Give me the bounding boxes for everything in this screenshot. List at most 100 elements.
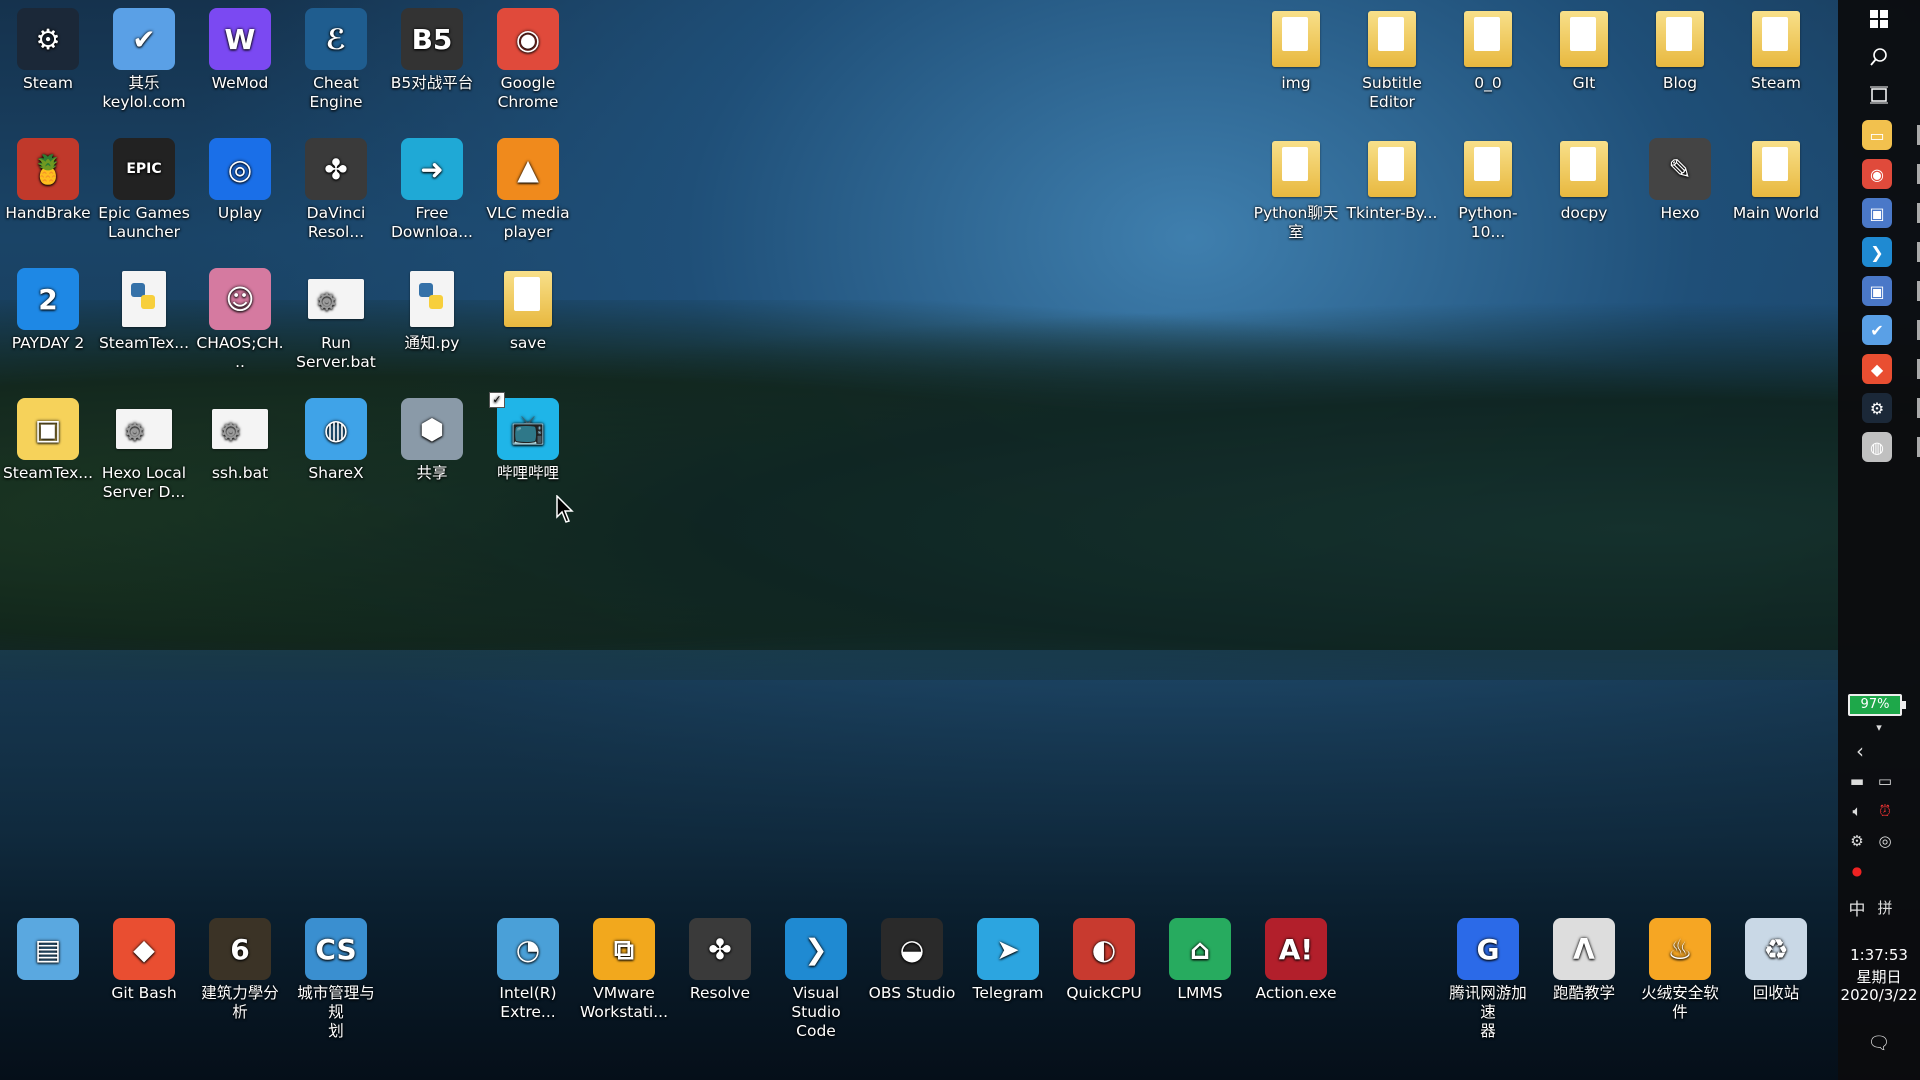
desktop-icon-notepad-icon[interactable]: ✎ Hexo: [1634, 138, 1726, 223]
desktop-icon-keylol-icon[interactable]: ✔ 其乐 keylol.com: [98, 8, 190, 112]
desktop-icon-batch-file-icon[interactable]: ⚙ Run Server.bat: [290, 268, 382, 372]
desktop-icon-folder-icon[interactable]: Main World: [1730, 138, 1822, 223]
record-dot-icon[interactable]: ●: [1846, 860, 1868, 882]
ime-mode-indicator[interactable]: 拼: [1874, 896, 1896, 918]
desktop-icon-sharex-icon[interactable]: ◍ ShareX: [290, 398, 382, 483]
search-button[interactable]: [1838, 40, 1920, 74]
network-card-icon[interactable]: ▬: [1846, 770, 1868, 792]
desktop-icon-folder-icon[interactable]: GIt: [1538, 8, 1630, 93]
desktop-icon-bilibili-icon[interactable]: 📺 ✓ 哔哩哔哩: [482, 392, 574, 483]
taskbar-app-steam-icon[interactable]: ⚙: [1862, 393, 1892, 423]
recycle-bin-icon: ♻: [1745, 918, 1807, 980]
action-icon: A!: [1265, 918, 1327, 980]
taskbar-app-keylol-icon[interactable]: ✔: [1862, 315, 1892, 345]
resolve-icon: ✤: [689, 918, 751, 980]
desktop-icon-label: Blog: [1662, 74, 1698, 92]
desktop-icon-folder-icon[interactable]: Blog: [1634, 8, 1726, 93]
desktop-icon-batch-file-icon[interactable]: ⚙ Hexo Local Server D...: [98, 398, 190, 502]
taskbar-app-chrome-icon[interactable]: ◉: [1862, 159, 1892, 189]
desktop-icon-recycle-bin-icon[interactable]: ♻ 回收站: [1730, 918, 1822, 1003]
desktop-icon-steamtex-app-icon[interactable]: ▣ SteamTex...: [2, 398, 94, 483]
desktop-icon-label: DaVinci Resol...: [306, 204, 366, 241]
desktop-icon-git-bash-icon[interactable]: ◆ Git Bash: [98, 918, 190, 1003]
desktop-icon-quickcpu-icon[interactable]: ◐ QuickCPU: [1058, 918, 1150, 1003]
desktop-icon-uplay-icon[interactable]: ◎ Uplay: [194, 138, 286, 223]
desktop-icon-wemod-icon[interactable]: W WeMod: [194, 8, 286, 93]
desktop-icon-structural-analysis-icon[interactable]: 6 建筑力學分析: [194, 918, 286, 1022]
desktop-icon-label: 建筑力學分析: [201, 984, 279, 1021]
desktop-icon-cheat-engine-icon[interactable]: ℰ Cheat Engine: [290, 8, 382, 112]
desktop-icon-chrome-icon[interactable]: ◉ Google Chrome: [482, 8, 574, 112]
start-button[interactable]: [1838, 2, 1920, 36]
taskbar-app-file-explorer-icon[interactable]: ▭: [1862, 120, 1892, 150]
tray-overflow-chevron-icon[interactable]: ‹: [1849, 739, 1871, 763]
selection-checkbox-icon[interactable]: ✓: [489, 392, 505, 408]
action-center-icon[interactable]: 🗨︎: [1868, 1032, 1891, 1054]
taskbar-app-remote-desktop-icon[interactable]: ▣: [1862, 198, 1892, 228]
desktop-icon-label: PAYDAY 2: [11, 334, 85, 352]
desktop-icon-control-panel-icon[interactable]: ▤: [2, 918, 94, 984]
desktop-icon-label: Python-10...: [1458, 204, 1518, 241]
battery-indicator[interactable]: 97%: [1848, 694, 1906, 716]
desktop-icon-telegram-icon[interactable]: ➤ Telegram: [962, 918, 1054, 1003]
taskbar-app-sharex-icon[interactable]: ◍: [1862, 432, 1892, 462]
desktop-icon-obs-icon[interactable]: ◒ OBS Studio: [866, 918, 958, 1003]
desktop-icon-folder-icon[interactable]: Steam: [1730, 8, 1822, 93]
steam-tray-icon[interactable]: ⚙︎: [1846, 830, 1868, 852]
taskbar: ▭ ◉ ▣ ❯ ▣ ✔ ◆ ⚙ ◍ 97% ▾ ‹ ▬ ▭ 🔈︎ ⏰︎ ⚙︎ ◎ ● 中 拼 1…: [1838, 0, 1920, 1080]
desktop-icon-label: QuickCPU: [1066, 984, 1142, 1002]
desktop-icon-label: ssh.bat: [211, 464, 269, 482]
taskbar-app-remote-desktop-icon[interactable]: ▣: [1862, 276, 1892, 306]
desktop-icon-label: Cheat Engine: [309, 74, 363, 111]
desktop-icon-assassin-icon[interactable]: Λ 跑酷教学: [1538, 918, 1630, 1003]
control-panel-icon: ▤: [17, 918, 79, 980]
desktop-icon-vlc-icon[interactable]: ▲ VLC media player: [482, 138, 574, 242]
desktop-icon-resolve-icon[interactable]: ✤ Resolve: [674, 918, 766, 1003]
desktop-icon-label: Hexo: [1660, 204, 1700, 222]
desktop-icon-folder-icon[interactable]: Tkinter-By...: [1346, 138, 1438, 223]
desktop-icon-chaos-child-icon[interactable]: ☺ CHAOS;CH...: [194, 268, 286, 372]
desktop-icon-intel-xtu-icon[interactable]: ◔ Intel(R) Extre...: [482, 918, 574, 1022]
desktop-icon-share-box-icon[interactable]: ⬢ 共享: [386, 398, 478, 483]
clock-date[interactable]: 2020/3/22: [1838, 986, 1920, 1004]
desktop-icon-huorong-icon[interactable]: ♨ 火绒安全软件: [1634, 918, 1726, 1022]
desktop-icon-folder-icon[interactable]: img: [1250, 8, 1342, 93]
desktop-icon-python-file-icon[interactable]: SteamTex...: [98, 268, 190, 353]
desktop-icon-folder-icon[interactable]: docpy: [1538, 138, 1630, 223]
assassin-icon: Λ: [1553, 918, 1615, 980]
taskbar-app-git-icon[interactable]: ◆: [1862, 354, 1892, 384]
desktop-icon-folder-icon[interactable]: Python-10...: [1442, 138, 1534, 242]
desktop-icon-vscode-icon[interactable]: ❯ Visual Studio Code: [770, 918, 862, 1041]
desktop-icon-folder-icon[interactable]: Python聊天室: [1250, 138, 1342, 242]
wallpaper-hills: [0, 300, 1920, 680]
desktop-icon-folder-icon[interactable]: 0_0: [1442, 8, 1534, 93]
desktop-icon-tencent-accel-icon[interactable]: G 腾讯网游加速器: [1442, 918, 1534, 1041]
clock-time[interactable]: 1:37:53: [1838, 946, 1920, 964]
desktop-icon-davinci-icon[interactable]: ✤ DaVinci Resol...: [290, 138, 382, 242]
desktop-icon-free-download-icon[interactable]: ➜ Free Downloa...: [386, 138, 478, 242]
display-icon[interactable]: ▭: [1874, 770, 1896, 792]
desktop-icon-python-file-icon[interactable]: 通知.py: [386, 268, 478, 353]
task-view-button[interactable]: [1838, 78, 1920, 112]
desktop-icon-steam-icon[interactable]: ⚙ Steam: [2, 8, 94, 93]
clock-weekday[interactable]: 星期日: [1838, 966, 1920, 987]
desktop-icon-city-planning-icon[interactable]: CS 城市管理与规划: [290, 918, 382, 1041]
desktop-icon-b5-icon[interactable]: B5 B5对战平台: [386, 8, 478, 93]
desktop-icon-epic-games-icon[interactable]: EPIC Epic Games Launcher: [98, 138, 190, 242]
desktop-icon-label: Action.exe: [1255, 984, 1337, 1002]
sharex-tray-icon[interactable]: ◎: [1874, 830, 1896, 852]
desktop-icon-vmware-icon[interactable]: ⧉ VMware Workstati...: [578, 918, 670, 1022]
chaos-child-icon: ☺: [209, 268, 271, 330]
taskbar-app-vscode-icon[interactable]: ❯: [1862, 237, 1892, 267]
desktop-icon-batch-file-icon[interactable]: ⚙ ssh.bat: [194, 398, 286, 483]
desktop-icon-lmms-icon[interactable]: ⌂ LMMS: [1154, 918, 1246, 1003]
desktop-icon-folder-icon[interactable]: Subtitle Editor: [1346, 8, 1438, 112]
desktop-icon-handbrake-icon[interactable]: 🍍 HandBrake: [2, 138, 94, 223]
desktop-icon-payday-icon[interactable]: 2 PAYDAY 2: [2, 268, 94, 353]
free-download-icon: ➜: [401, 138, 463, 200]
desktop-icon-action-icon[interactable]: A! Action.exe: [1250, 918, 1342, 1003]
alarm-icon[interactable]: ⏰︎: [1874, 800, 1896, 822]
ime-language-indicator[interactable]: 中: [1846, 896, 1868, 920]
volume-icon[interactable]: 🔈︎: [1846, 800, 1868, 822]
desktop-icon-folder-icon[interactable]: save: [482, 268, 574, 353]
